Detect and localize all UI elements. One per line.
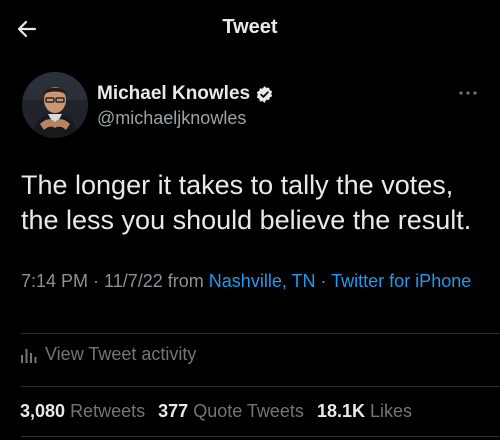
activity-label: View Tweet activity bbox=[45, 344, 197, 364]
tweet-location-link[interactable]: Nashville, TN bbox=[209, 271, 316, 291]
tweet-stats: 3,080 Retweets 377 Quote Tweets 18.1K Li… bbox=[20, 401, 420, 422]
divider bbox=[21, 333, 500, 334]
retweets-label: Retweets bbox=[70, 401, 146, 421]
analytics-bars-icon bbox=[21, 348, 37, 363]
author-name-row: Michael Knowles bbox=[97, 83, 274, 105]
avatar[interactable] bbox=[22, 72, 88, 138]
tweet-time[interactable]: 7:14 PM bbox=[21, 271, 88, 291]
page-title: Tweet bbox=[222, 16, 278, 38]
tweet-date[interactable]: 11/7/22 bbox=[104, 271, 163, 291]
tweet-source-link[interactable]: Twitter for iPhone bbox=[331, 271, 471, 291]
view-tweet-activity-button[interactable]: View Tweet activity bbox=[20, 344, 196, 365]
more-horizontal-icon bbox=[459, 91, 477, 95]
quote-tweets-count: 377 bbox=[158, 401, 189, 421]
author-handle[interactable]: @michaeljknowles bbox=[97, 108, 246, 129]
likes-label: Likes bbox=[370, 401, 413, 421]
likes-stat[interactable]: 18.1K Likes bbox=[317, 401, 412, 421]
quote-tweets-stat[interactable]: 377 Quote Tweets bbox=[158, 401, 304, 421]
meta-separator: · bbox=[315, 271, 332, 291]
author-name[interactable]: Michael Knowles bbox=[97, 83, 250, 105]
retweets-stat[interactable]: 3,080 Retweets bbox=[20, 401, 145, 421]
divider bbox=[21, 436, 500, 437]
more-options-button[interactable] bbox=[456, 85, 480, 101]
tweet-meta: 7:14 PM · 11/7/22 from Nashville, TN · T… bbox=[21, 268, 491, 295]
meta-separator: · bbox=[88, 271, 105, 291]
avatar-photo bbox=[22, 72, 88, 138]
retweets-count: 3,080 bbox=[20, 401, 66, 421]
likes-count: 18.1K bbox=[316, 401, 365, 421]
meta-from: from bbox=[162, 271, 209, 291]
verified-badge-icon bbox=[256, 85, 273, 103]
tweet-text: The longer it takes to tally the votes, … bbox=[21, 170, 472, 235]
quote-tweets-label: Quote Tweets bbox=[193, 401, 304, 421]
top-bar: Tweet bbox=[0, 0, 500, 58]
divider bbox=[21, 386, 500, 387]
